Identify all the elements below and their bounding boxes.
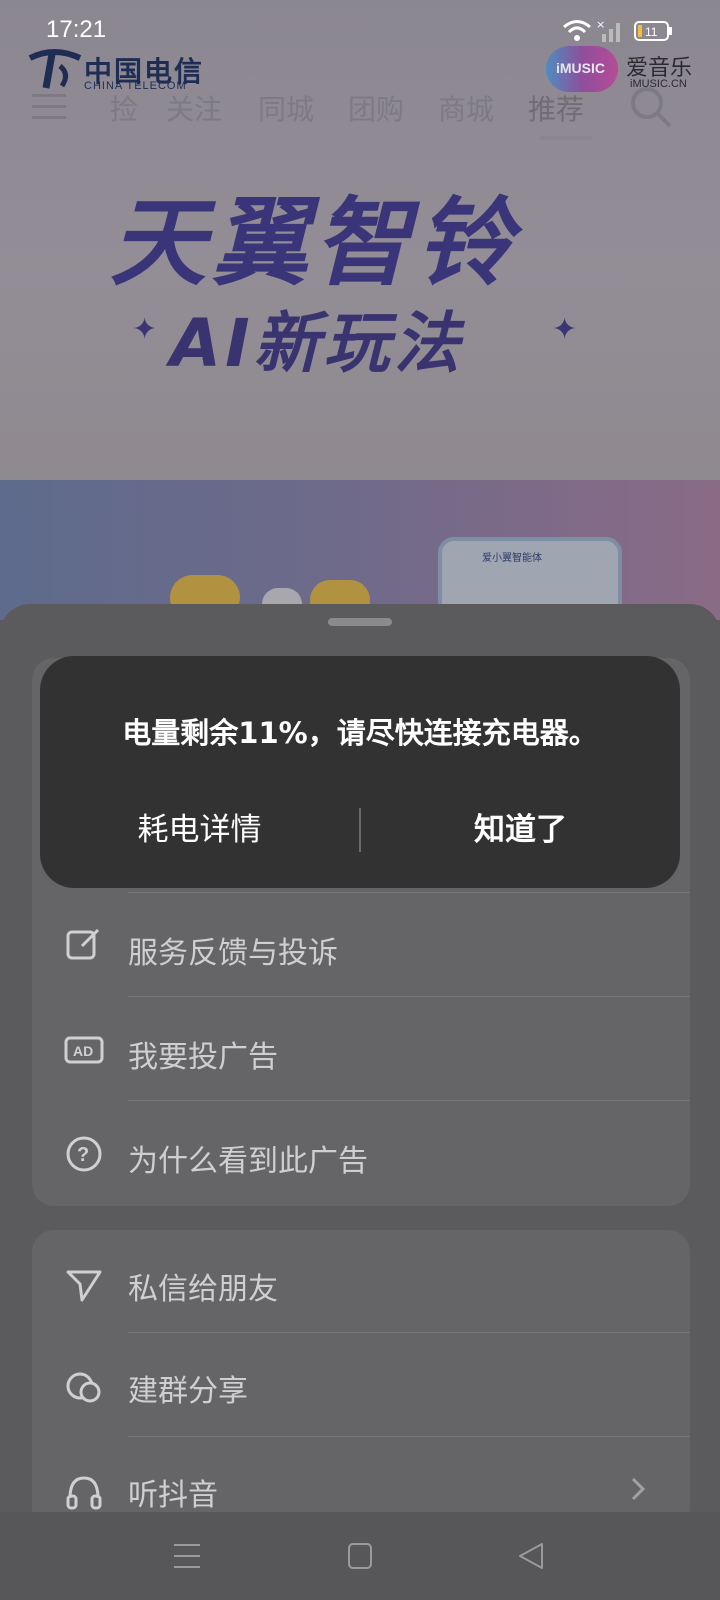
phone-mockup-title: 爱小翼智能体 (482, 553, 542, 564)
sparkle-icon: ✦ (132, 312, 158, 347)
divider (128, 1332, 690, 1333)
tab-recommend[interactable]: 推荐 (528, 88, 584, 128)
low-battery-dialog: 电量剩余11%，请尽快连接充电器。 耗电详情 知道了 (40, 656, 680, 888)
divider (128, 996, 690, 997)
tab-following[interactable]: 关注 (166, 88, 222, 128)
tab-jian[interactable]: 捡 (110, 88, 138, 128)
tab-mall[interactable]: 商城 (438, 88, 494, 128)
svg-text:11: 11 (645, 25, 658, 39)
divider (128, 1100, 690, 1101)
menu-icon[interactable] (30, 92, 70, 122)
power-usage-details-button[interactable]: 耗电详情 (40, 804, 359, 856)
tab-group-buy[interactable]: 团购 (348, 88, 404, 128)
home-button-icon[interactable] (340, 1538, 380, 1574)
headphones-icon (66, 1476, 102, 1510)
svg-text:×: × (596, 18, 605, 31)
why-this-ad-option[interactable]: 为什么看到此广告 (128, 1136, 368, 1180)
search-icon[interactable] (628, 84, 674, 130)
recents-menu-icon[interactable] (168, 1538, 208, 1574)
send-icon (66, 1270, 102, 1302)
help-icon: ? (66, 1136, 102, 1172)
imusic-badge-text: iMUSIC (556, 60, 605, 76)
listen-douyin-option[interactable]: 听抖音 (128, 1470, 218, 1514)
sheet-drag-handle[interactable] (328, 618, 392, 626)
feedback-complaint-option[interactable]: 服务反馈与投诉 (128, 928, 338, 972)
low-battery-message: 电量剩余11%，请尽快连接充电器。 (122, 716, 598, 750)
advertise-option[interactable]: 我要投广告 (128, 1032, 278, 1076)
tab-nearby[interactable]: 同城 (258, 88, 314, 128)
divider (128, 1436, 690, 1437)
message-friend-option[interactable]: 私信给朋友 (128, 1264, 278, 1308)
svg-text:?: ? (77, 1144, 89, 1166)
chevron-right-icon (631, 1477, 646, 1501)
ad-icon: AD (64, 1036, 104, 1064)
divider (128, 892, 690, 893)
battery-icon: 11 (634, 21, 672, 41)
edit-icon (66, 928, 100, 960)
signal-icon: × (596, 18, 620, 42)
banner-title: 天翼智铃 (110, 187, 518, 299)
banner-subtitle: AI新玩法 (170, 305, 464, 382)
group-chat-icon (66, 1372, 101, 1403)
sparkle-icon: ✦ (552, 312, 578, 347)
create-group-share-option[interactable]: 建群分享 (128, 1366, 248, 1410)
wifi-icon (563, 20, 591, 41)
svg-text:AD: AD (73, 1043, 93, 1059)
dismiss-ok-button[interactable]: 知道了 (361, 804, 680, 856)
back-button-icon[interactable] (512, 1538, 552, 1574)
active-tab-indicator (540, 136, 592, 140)
status-time: 17:21 (46, 16, 107, 43)
